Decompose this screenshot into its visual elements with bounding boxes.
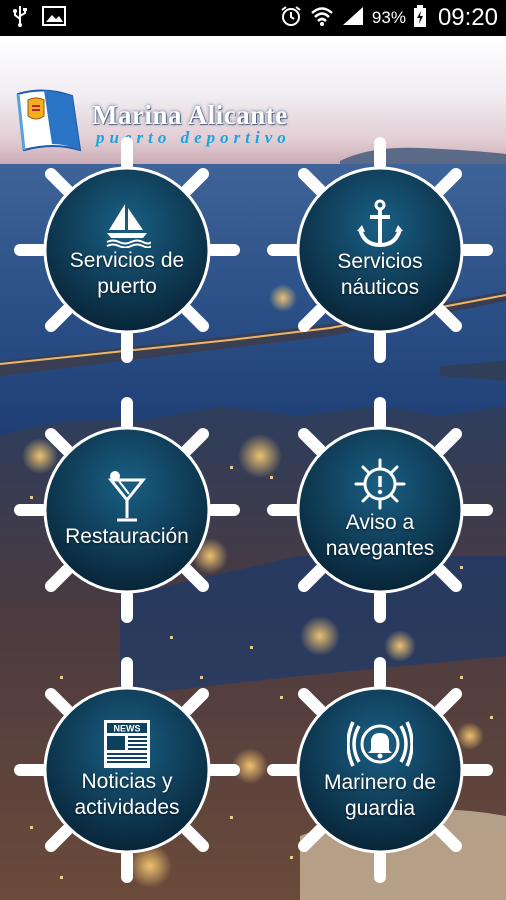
menu-noticias-y-actividades-button[interactable]: NEWS Noticias y actividades — [12, 655, 242, 885]
signal-icon — [342, 6, 364, 31]
status-bar: 93% 09:20 — [0, 0, 506, 36]
newspaper-icon: NEWS — [104, 720, 150, 768]
menu-label: Marinero de guardia — [323, 771, 437, 820]
menu-label: Servicios de puerto — [69, 249, 185, 298]
menu-servicios-de-puerto-button[interactable]: Servicios de puerto — [12, 135, 242, 365]
battery-icon — [413, 4, 426, 32]
battery-percentage: 93% — [371, 8, 406, 27]
app-title: Marina Alicante — [92, 100, 288, 130]
menu-aviso-a-navegantes-button[interactable]: Aviso a navegantes — [265, 395, 495, 625]
alarm-bell-icon — [347, 721, 413, 767]
alarm-icon — [280, 5, 302, 32]
cocktail-icon — [107, 471, 147, 522]
usb-icon — [12, 5, 28, 32]
menu-label: Restauración — [65, 525, 189, 548]
menu-label: Aviso a navegantes — [325, 511, 435, 560]
menu-restauracion-button[interactable]: Restauración — [12, 395, 242, 625]
wifi-icon — [310, 6, 334, 31]
image-icon — [42, 5, 66, 31]
sailboat-icon — [106, 204, 151, 248]
app-header: Marina Alicante puerto deportivo — [0, 36, 506, 152]
menu-label: Noticias y actividades — [74, 770, 180, 819]
menu-label: Servicios náuticos — [337, 250, 423, 299]
warning-helm-icon — [354, 458, 406, 510]
clock: 09:20 — [437, 4, 498, 31]
menu-servicios-nauticos-button[interactable]: Servicios náuticos — [265, 135, 495, 365]
news-text: NEWS — [114, 724, 141, 734]
anchor-icon — [357, 199, 403, 248]
menu-marinero-de-guardia-button[interactable]: Marinero de guardia — [265, 655, 495, 885]
